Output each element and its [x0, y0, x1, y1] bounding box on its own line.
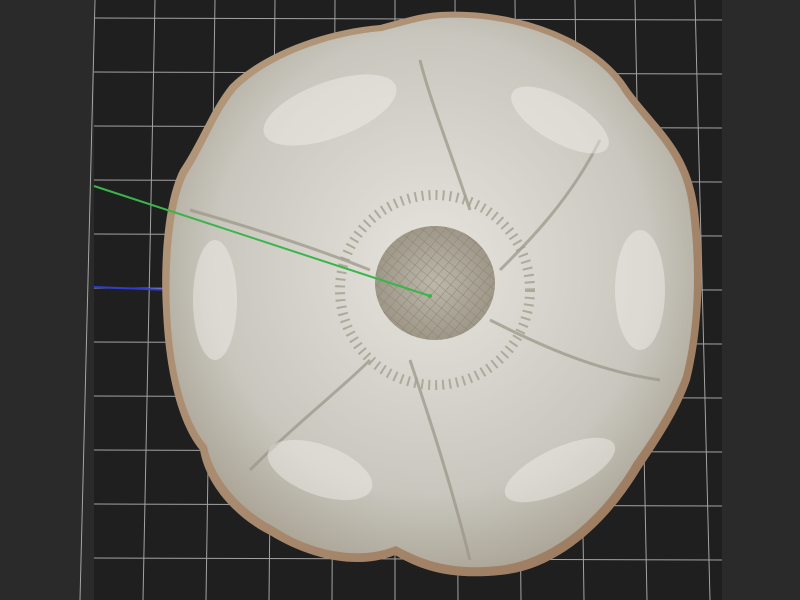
origin-marker [428, 294, 432, 298]
3d-viewport[interactable] [0, 0, 800, 600]
grid-line-vertical [79, 0, 96, 600]
flower-relief-model[interactable] [162, 11, 702, 577]
